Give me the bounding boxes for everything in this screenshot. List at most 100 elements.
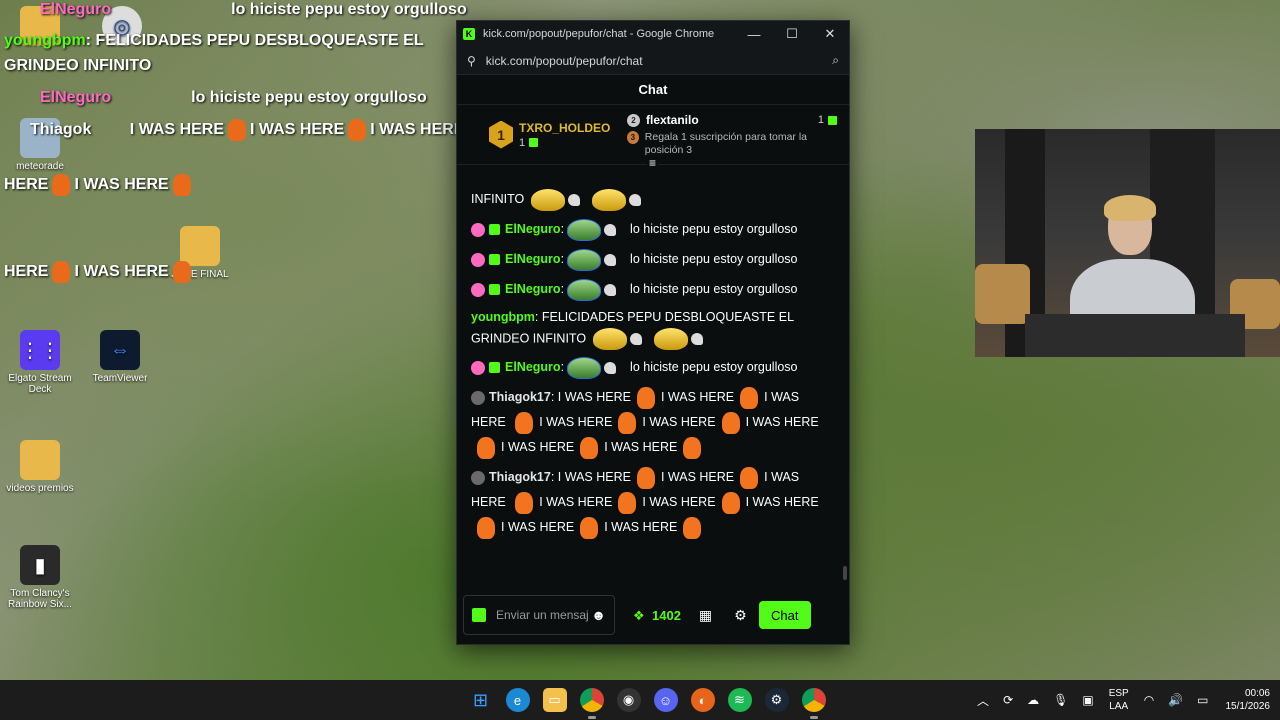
webcam-overlay <box>975 129 1280 357</box>
chrome-icon[interactable] <box>579 688 604 719</box>
chat-messages: INFINITO ElNeguro: lo hiciste pepu estoy … <box>457 181 849 586</box>
message-username[interactable]: ElNeguro <box>505 282 561 296</box>
message-username[interactable]: youngbpm <box>471 310 535 324</box>
folder-icon <box>20 440 60 480</box>
chat-input-container[interactable]: ☻ <box>463 595 615 635</box>
overlay-username: youngbpm <box>4 32 86 49</box>
spotify-icon[interactable]: ≋ <box>727 688 752 712</box>
message-colon: : <box>560 360 565 374</box>
input-language[interactable]: ESP LAA <box>1109 687 1129 713</box>
message-text: I WAS HERE <box>642 495 716 509</box>
collapse-leaderboard-icon[interactable]: ≡ <box>647 156 659 170</box>
leaderboard-second[interactable]: 2 flextanilo 1 <box>627 113 837 127</box>
hand-emote-icon <box>629 193 642 206</box>
chat-scrollbar[interactable] <box>843 566 847 580</box>
window-titlebar[interactable]: K kick.com/popout/pepufor/chat - Google … <box>457 21 849 47</box>
green-emote-icon <box>567 218 602 241</box>
points-value: 1402 <box>652 607 681 623</box>
leaderboard-second-count: 1 <box>818 114 837 126</box>
points-icon: ❖ <box>633 608 645 623</box>
gold-emote-icon <box>530 188 565 211</box>
chat-message: ElNeguro: lo hiciste pepu estoy orgulloso <box>471 247 835 272</box>
orange-emote-icon <box>515 491 534 514</box>
stream-deck-icon: ⋮⋮ <box>20 330 60 370</box>
chat-message: youngbpm: FELICIDADES PEPU DESBLOQUEASTE… <box>471 307 835 350</box>
chat-message: ElNeguro: lo hiciste pepu estoy orgulloso <box>471 355 835 380</box>
obs-icon[interactable]: ◉ <box>616 688 641 712</box>
chevron-up-icon[interactable]: ︿ <box>977 692 989 709</box>
user-badge-icon <box>471 282 485 297</box>
store-icon[interactable]: ▦ <box>699 607 712 624</box>
leaderboard-second-name: flextanilo <box>646 113 699 128</box>
message-username[interactable]: ElNeguro <box>505 222 561 236</box>
send-chat-button[interactable]: Chat <box>758 601 811 629</box>
display-icon[interactable]: ▣ <box>1082 693 1093 707</box>
orange-emote-icon <box>636 386 655 409</box>
desktop-icon-elgato[interactable]: ⋮⋮ Elgato Stream Deck <box>0 330 80 395</box>
start-windows-icon[interactable]: ⊞ <box>469 688 493 712</box>
desktop-icon-teamviewer[interactable]: ⇔ TeamViewer <box>80 330 160 384</box>
settings-gear-icon[interactable]: ⚙ <box>734 607 747 624</box>
orange-emote-icon <box>740 466 759 489</box>
channel-points[interactable]: ❖ 1402 <box>633 607 681 624</box>
orange-emote-icon <box>580 516 599 539</box>
clock-time: 00:06 <box>1244 688 1270 699</box>
sync-icon[interactable]: ⟳ <box>1003 693 1013 707</box>
chat-message: Thiagok17: I WAS HERE I WAS HERE I WAS HER… <box>471 465 835 540</box>
battery-icon[interactable]: ▭ <box>1197 693 1208 707</box>
message-text: I WAS HERE <box>745 495 819 509</box>
sub-gift-icon <box>529 138 539 148</box>
minimize-button[interactable]: — <box>735 21 773 47</box>
desktop-icon-label: meteorade <box>16 161 64 172</box>
file-explorer-icon[interactable]: ▭ <box>542 688 567 712</box>
subscriber-badge-icon <box>489 254 500 266</box>
overlay-line: GRINDEO INFINITO <box>4 57 151 75</box>
maximize-button[interactable]: ☐ <box>773 21 811 47</box>
message-text: WAS HERE <box>507 520 575 534</box>
firefox-icon[interactable]: ◐ <box>690 688 715 712</box>
gift-icon[interactable] <box>472 608 486 622</box>
overlay-line: ElNeguro lo hiciste pepu estoy orgulloso <box>40 89 427 107</box>
hand-emote-icon <box>567 193 580 206</box>
desktop-icon-videos-premios[interactable]: videos premios <box>0 440 80 494</box>
orange-emote-icon <box>580 436 599 459</box>
overlay-text: I WAS HERE <box>250 121 345 139</box>
edge-icon[interactable]: e <box>505 688 530 712</box>
desktop-icon-label: TeamViewer <box>92 373 148 384</box>
chat-message: ElNeguro: lo hiciste pepu estoy orgulloso <box>471 277 835 302</box>
leaderboard-first[interactable]: 1 TXRO_HOLDEO 1 <box>489 120 619 149</box>
close-button[interactable]: ✕ <box>811 21 849 47</box>
wifi-icon[interactable]: ◠ <box>1144 693 1154 707</box>
message-username[interactable]: ElNeguro <box>505 360 561 374</box>
microphone-icon[interactable]: 🎙 <box>1053 693 1068 707</box>
desktop-icon-rainbow-six[interactable]: ▮ Tom Clancy's Rainbow Six... <box>0 545 80 610</box>
message-username[interactable]: Thiagok17 <box>489 470 551 484</box>
discord-icon[interactable]: ☺ <box>653 688 678 712</box>
orange-emote-icon <box>721 491 740 514</box>
message-username[interactable]: Thiagok17 <box>489 390 551 404</box>
volume-icon[interactable]: 🔊 <box>1168 693 1183 707</box>
system-clock[interactable]: 00:06 15/1/2026 <box>1226 687 1271 713</box>
chrome-icon[interactable] <box>801 688 826 719</box>
steam-icon[interactable]: ⚙ <box>764 688 789 712</box>
overlay-text: lo hiciste pepu estoy orgulloso <box>231 1 467 18</box>
message-text: I <box>501 520 505 534</box>
clock-date: 15/1/2026 <box>1225 701 1271 712</box>
url-text[interactable]: kick.com/popout/pepufor/chat <box>486 54 832 68</box>
message-text: lo hiciste pepu estoy orgulloso <box>630 360 798 374</box>
emoji-icon[interactable]: ☻ <box>591 607 606 623</box>
hand-emote-icon <box>604 223 617 236</box>
chat-message-input[interactable] <box>496 608 588 622</box>
message-text: WAS HERE <box>507 440 575 454</box>
cloud-icon[interactable]: ☁ <box>1027 693 1039 707</box>
emote-icon <box>52 261 71 283</box>
message-colon: : <box>560 222 565 236</box>
site-settings-icon[interactable]: ⚲ <box>467 54 476 68</box>
orange-emote-icon <box>618 491 637 514</box>
address-bar[interactable]: ⚲ kick.com/popout/pepufor/chat ⌕ <box>457 47 849 75</box>
message-username[interactable]: ElNeguro <box>505 252 561 266</box>
leaderboard-third: 3 Regala 1 suscripción para tomar la pos… <box>627 131 837 156</box>
hand-emote-icon <box>604 361 617 374</box>
zoom-icon[interactable]: ⌕ <box>832 53 839 68</box>
overlay-text: HERE <box>4 263 49 281</box>
